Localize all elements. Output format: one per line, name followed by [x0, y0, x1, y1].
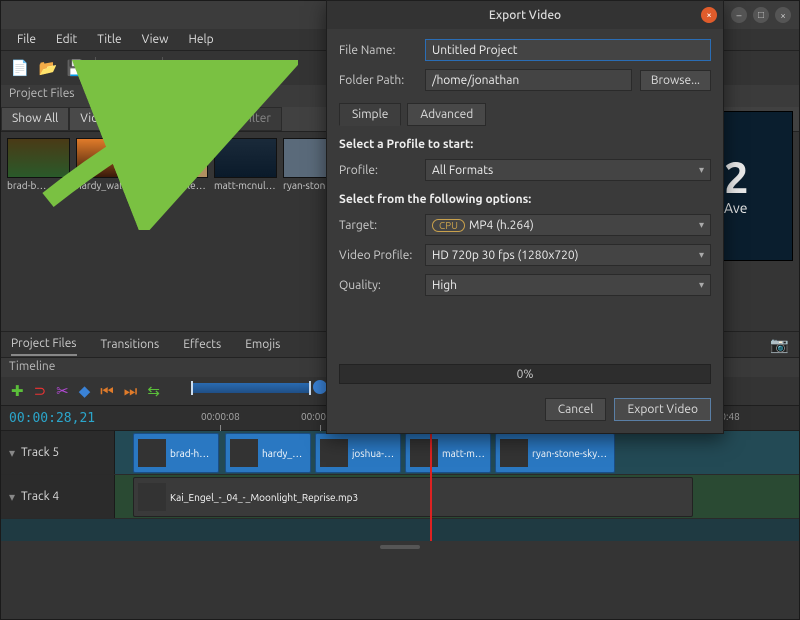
- zoom-slider-track[interactable]: [191, 383, 311, 393]
- menu-file[interactable]: File: [9, 31, 44, 48]
- next-marker-icon[interactable]: ⏭: [124, 382, 138, 400]
- close-icon[interactable]: ×: [775, 7, 791, 23]
- save-project-icon[interactable]: 💾: [67, 59, 85, 77]
- tab-simple[interactable]: Simple: [339, 103, 401, 126]
- filter-video[interactable]: Video: [69, 107, 123, 131]
- open-project-icon[interactable]: 📂: [39, 59, 57, 77]
- menu-help[interactable]: Help: [180, 31, 221, 48]
- tab-effects[interactable]: Effects: [183, 334, 221, 355]
- file-item[interactable]: brad-b…: [7, 138, 70, 191]
- snap-icon[interactable]: ⊃: [34, 382, 47, 400]
- filename-label: File Name:: [339, 44, 417, 57]
- browse-button[interactable]: Browse...: [640, 70, 711, 91]
- track-lane[interactable]: Kai_Engel_-_04_-_Moonlight_Reprise.mp3: [115, 475, 799, 518]
- clip[interactable]: Kai_Engel_-_04_-_Moonlight_Reprise.mp3: [133, 477, 693, 517]
- export-dialog: Export Video × File Name: Folder Path: B…: [326, 0, 724, 434]
- chevron-down-icon: ▾: [699, 164, 704, 176]
- export-video-icon[interactable]: [257, 59, 275, 77]
- import-files-icon[interactable]: ✚: [173, 59, 191, 77]
- clip[interactable]: matt-mcnulty-nyc: [405, 433, 491, 473]
- tracks-area: ▾Track 5 brad-huchteman-s hardy_wallpape…: [1, 431, 799, 541]
- dialog-title: Export Video ×: [327, 1, 723, 29]
- target-label: Target:: [339, 219, 417, 232]
- playhead-time: 00:00:28,21: [9, 411, 95, 426]
- dialog-close-icon[interactable]: ×: [701, 7, 717, 23]
- clip[interactable]: ryan-stone-skykomis…: [495, 433, 615, 473]
- zoom-slider-knob[interactable]: [313, 380, 327, 394]
- track-row: ▾Track 4 Kai_Engel_-_04_-_Moonlight_Repr…: [1, 475, 799, 519]
- tab-project-files[interactable]: Project Files: [11, 333, 77, 356]
- cancel-button[interactable]: Cancel: [545, 398, 607, 421]
- razor-icon[interactable]: ✂: [56, 382, 69, 400]
- menu-edit[interactable]: Edit: [48, 31, 85, 48]
- profile-select[interactable]: All Formats▾: [425, 159, 711, 181]
- track-lane[interactable]: brad-huchteman-s hardy_wallpaper_ joshua…: [115, 431, 799, 474]
- filter-image[interactable]: Image: [177, 107, 232, 131]
- chevron-down-icon: ▾: [699, 279, 704, 291]
- resize-handle[interactable]: [380, 545, 420, 549]
- preview-panel: 2 Ave: [715, 111, 793, 261]
- export-tabs: Simple Advanced: [339, 103, 711, 126]
- section-profile-start: Select a Profile to start:: [339, 138, 711, 151]
- center-playhead-icon[interactable]: ⇆: [147, 382, 160, 400]
- videoprofile-label: Video Profile:: [339, 249, 417, 262]
- snapshot-icon[interactable]: 📷: [770, 332, 789, 358]
- prev-marker-icon[interactable]: ⏮: [100, 382, 114, 400]
- fullscreen-icon[interactable]: 🖵: [229, 59, 247, 77]
- quality-label: Quality:: [339, 279, 417, 292]
- file-item[interactable]: joshua-colem…: [145, 138, 208, 191]
- file-item[interactable]: hardy_wallpa…: [76, 138, 139, 191]
- play-icon[interactable]: ▶: [201, 59, 219, 77]
- chevron-down-icon: ▾: [699, 249, 704, 261]
- menu-title[interactable]: Title: [89, 31, 129, 48]
- profile-label: Profile:: [339, 164, 417, 177]
- maximize-icon[interactable]: □: [753, 7, 769, 23]
- chevron-down-icon: ▾: [699, 219, 704, 231]
- new-project-icon[interactable]: 📄: [11, 59, 29, 77]
- filter-show-all[interactable]: Show All: [1, 107, 69, 131]
- preview-content: 2: [724, 156, 749, 200]
- clip[interactable]: brad-huchteman-s: [133, 433, 219, 473]
- undo-icon[interactable]: ↶: [106, 59, 124, 77]
- redo-icon[interactable]: ↷: [134, 59, 152, 77]
- menu-view[interactable]: View: [134, 31, 177, 48]
- marker-icon[interactable]: ◆: [79, 382, 91, 400]
- folderpath-label: Folder Path:: [339, 74, 417, 87]
- videoprofile-select[interactable]: HD 720p 30 fps (1280x720)▾: [425, 244, 711, 266]
- track-row: ▾Track 5 brad-huchteman-s hardy_wallpape…: [1, 431, 799, 475]
- folderpath-input[interactable]: [425, 69, 632, 91]
- export-video-button[interactable]: Export Video: [614, 398, 711, 421]
- track-gutter[interactable]: ▾Track 5: [1, 431, 115, 474]
- tab-transitions[interactable]: Transitions: [101, 334, 160, 355]
- quality-select[interactable]: High▾: [425, 274, 711, 296]
- clip[interactable]: hardy_wallpaper_: [225, 433, 311, 473]
- cpu-badge: CPU: [432, 219, 465, 232]
- tab-emojis[interactable]: Emojis: [245, 334, 280, 355]
- playhead-line[interactable]: [430, 431, 432, 541]
- target-select[interactable]: CPUMP4 (h.264)▾: [425, 214, 711, 236]
- section-options: Select from the following options:: [339, 193, 711, 206]
- clip[interactable]: joshua-coleman-s: [315, 433, 401, 473]
- filter-input[interactable]: Filter: [232, 107, 282, 131]
- tab-advanced[interactable]: Advanced: [407, 103, 486, 126]
- add-track-icon[interactable]: ✚: [11, 382, 24, 400]
- filename-input[interactable]: [425, 39, 711, 61]
- file-item[interactable]: matt-mcnult…: [214, 138, 277, 191]
- filter-audio[interactable]: Audio: [123, 107, 177, 131]
- progress-bar: 0%: [339, 364, 711, 384]
- track-gutter[interactable]: ▾Track 4: [1, 475, 115, 518]
- minimize-icon[interactable]: –: [731, 7, 747, 23]
